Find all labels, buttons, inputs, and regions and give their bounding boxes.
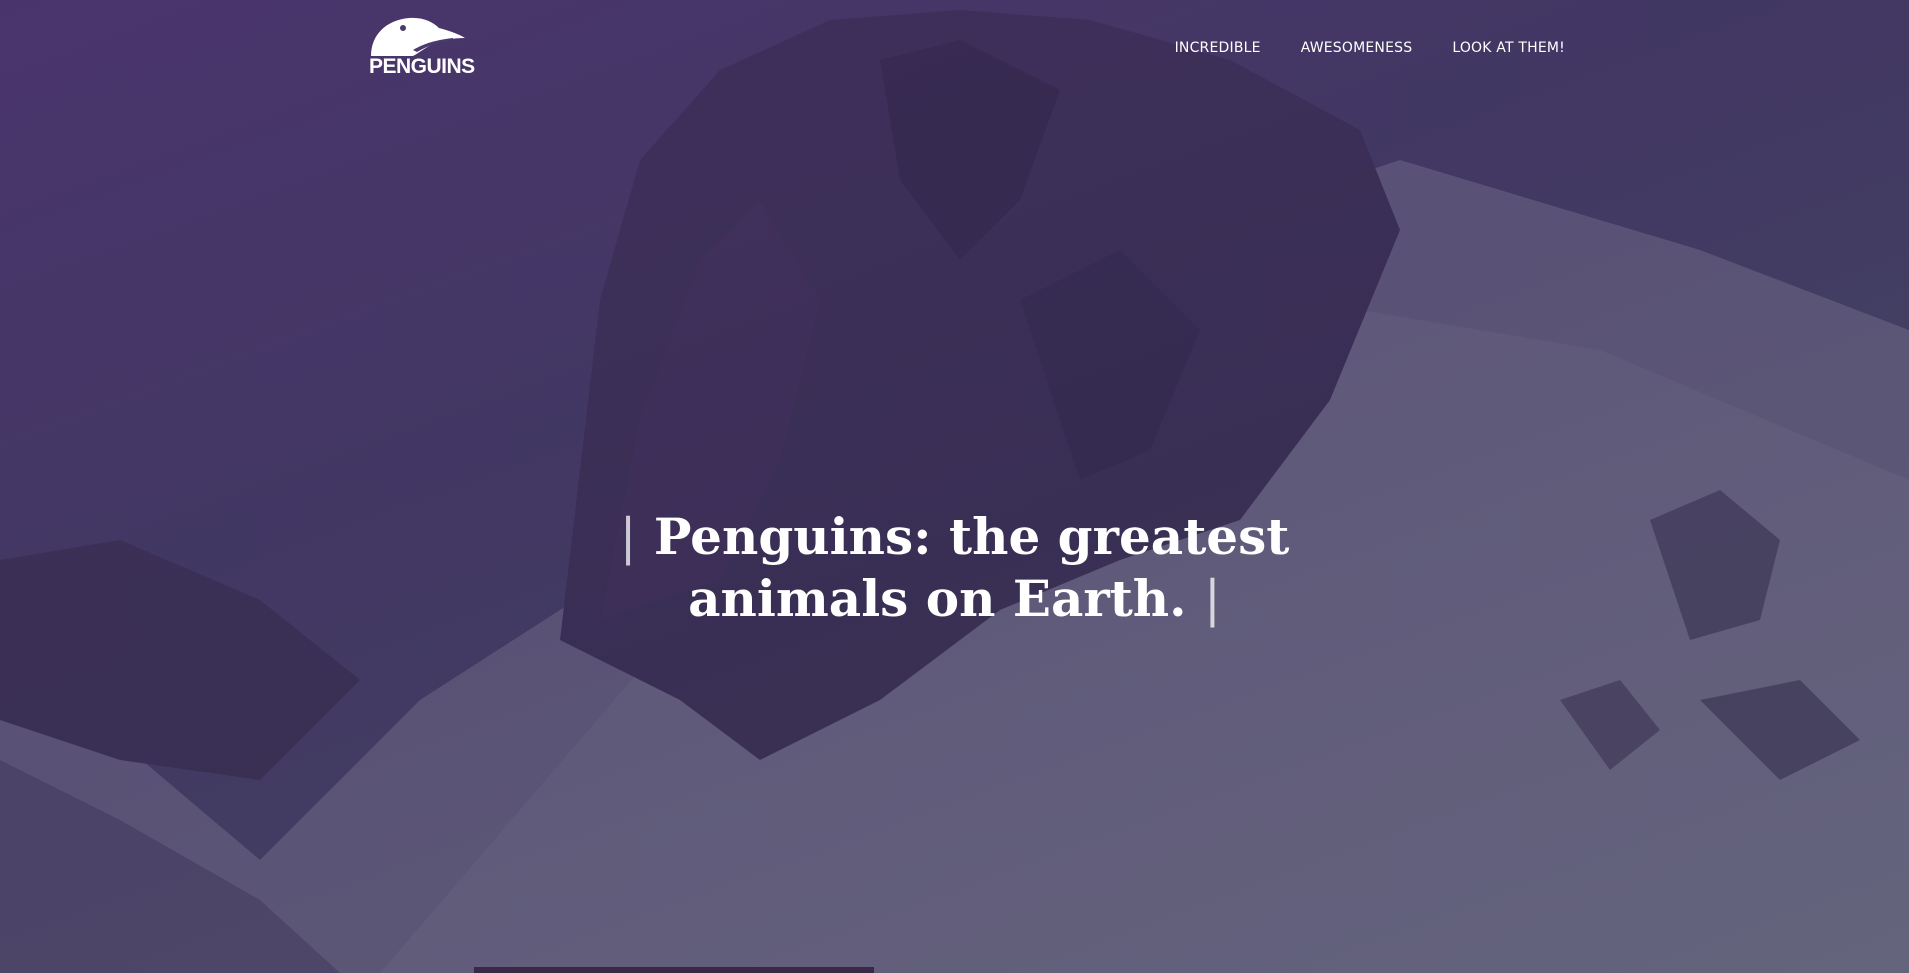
- brand-name[interactable]: PENGUINS: [369, 55, 475, 79]
- headline-line-1: Penguins: the greatest: [653, 506, 1290, 566]
- hero-headline: | Penguins: the greatest animals on Eart…: [0, 506, 1909, 630]
- section-edge-strip: [474, 967, 874, 973]
- nav-item-incredible[interactable]: INCREDIBLE: [1175, 40, 1261, 56]
- headline-line-2: animals on Earth.: [688, 568, 1187, 628]
- typing-cursor-end: |: [1203, 569, 1221, 628]
- hero-color-overlay: [0, 0, 1909, 973]
- typing-cursor-start: |: [619, 507, 637, 566]
- nav-item-look-at-them[interactable]: LOOK AT THEM!: [1452, 40, 1565, 56]
- hero-section: [0, 0, 1909, 973]
- main-nav: INCREDIBLE AWESOMENESS LOOK AT THEM!: [1175, 40, 1565, 56]
- nav-item-awesomeness[interactable]: AWESOMENESS: [1301, 40, 1413, 56]
